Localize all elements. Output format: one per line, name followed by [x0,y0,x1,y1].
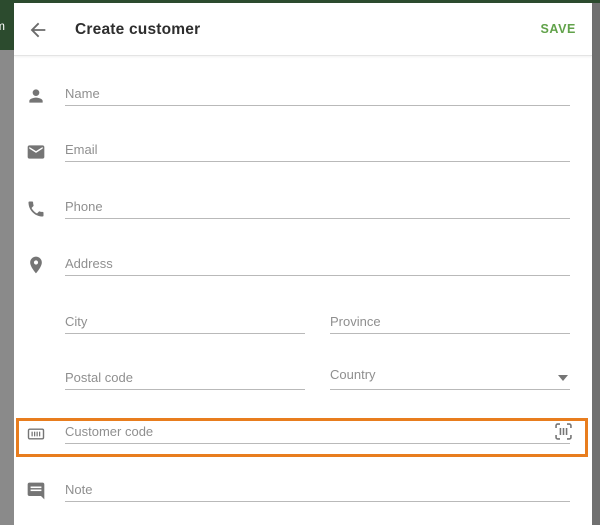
province-input[interactable] [330,314,570,329]
back-arrow-icon[interactable] [27,19,49,41]
background-dim-left: m [0,0,14,525]
background-dim-left-strip [0,50,14,525]
city-input[interactable] [65,314,305,329]
location-pin-icon [30,256,42,274]
address-input[interactable] [65,256,570,271]
email-input[interactable] [65,142,570,157]
phone-field[interactable] [65,189,570,219]
background-dim-right [592,3,600,525]
email-field[interactable] [65,132,570,162]
name-input[interactable] [65,86,570,101]
note-field[interactable] [65,472,570,502]
country-dropdown[interactable]: Country [330,360,570,390]
address-field[interactable] [65,246,570,276]
dialog-toolbar: Create customer SAVE [14,3,592,56]
email-icon [27,145,45,159]
postal-code-field[interactable] [65,360,305,390]
background-partial-text: m [0,19,5,33]
comment-icon [27,482,45,500]
postal-code-input[interactable] [65,370,305,385]
phone-icon [28,201,44,217]
note-input[interactable] [65,482,570,497]
save-button[interactable]: SAVE [540,3,576,56]
phone-input[interactable] [65,199,570,214]
country-dropdown-label: Country [330,367,376,382]
customer-code-input[interactable] [65,424,570,439]
page-title: Create customer [75,21,201,38]
person-icon [29,89,43,103]
dropdown-caret-icon [558,375,568,381]
customer-code-field[interactable] [65,414,570,444]
loyalty-card-barcode-icon [27,428,45,440]
barcode-scan-icon[interactable] [553,421,574,442]
create-customer-dialog: Create customer SAVE Country [14,3,592,525]
city-field[interactable] [65,304,305,334]
name-field[interactable] [65,76,570,106]
province-field[interactable] [330,304,570,334]
